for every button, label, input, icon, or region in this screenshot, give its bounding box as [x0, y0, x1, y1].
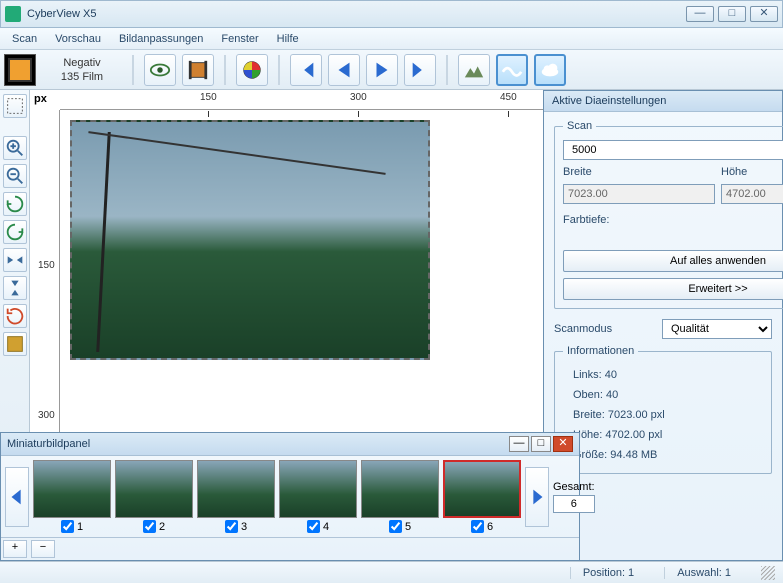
ruler-unit: px [34, 93, 47, 105]
ruler-horizontal: 150 300 450 [60, 90, 543, 110]
maximize-button[interactable]: □ [718, 6, 746, 22]
eye-icon[interactable] [144, 54, 176, 86]
apply-all-button[interactable]: Auf alles anwenden [563, 250, 783, 272]
thumb-checkbox[interactable] [307, 520, 320, 533]
scan-legend: Scan [563, 120, 596, 132]
thumb-checkbox[interactable] [225, 520, 238, 533]
media-format: 135 Film [42, 70, 122, 84]
thumb-number: 6 [487, 521, 493, 533]
filmstrip-icon[interactable] [182, 54, 214, 86]
thumbnail-panel-title: Miniaturbildpanel [7, 438, 507, 450]
breite-input[interactable] [563, 184, 715, 204]
scanmodus-select[interactable]: Qualität [662, 319, 772, 339]
close-button[interactable]: ✕ [750, 6, 778, 22]
thumb-minimize-button[interactable]: — [509, 436, 529, 452]
thumb-image [33, 460, 111, 518]
gesamt-value: 6 [553, 495, 595, 513]
thumb-image [197, 460, 275, 518]
gesamt-block: Gesamt: 6 [553, 481, 595, 513]
flip-horizontal-icon[interactable] [3, 248, 27, 272]
zoom-out-icon[interactable] [3, 164, 27, 188]
status-auswahl: Auswahl: 1 [664, 567, 731, 579]
skip-first-icon[interactable] [290, 54, 322, 86]
hoehe-label: Höhe [721, 166, 747, 178]
breite-label: Breite [563, 166, 592, 178]
menu-scan[interactable]: Scan [4, 30, 45, 48]
marquee-icon[interactable] [3, 94, 27, 118]
thumbnail-4[interactable]: 4 [279, 460, 357, 533]
info-groesse: Größe: 94.48 MB [563, 445, 763, 465]
thumb-image [443, 460, 521, 518]
next-icon[interactable] [366, 54, 398, 86]
preferences-icon[interactable] [3, 332, 27, 356]
status-bar: Position: 1 Auswahl: 1 [0, 561, 783, 583]
thumb-checkbox[interactable] [143, 520, 156, 533]
cloud-icon[interactable] [534, 54, 566, 86]
revert-icon[interactable] [3, 304, 27, 328]
wave-icon[interactable] [496, 54, 528, 86]
scanmodus-label: Scanmodus [554, 323, 656, 335]
dpi-select[interactable]: 5000 [563, 140, 783, 160]
thumb-checkbox[interactable] [471, 520, 484, 533]
thumb-number: 2 [159, 521, 165, 533]
film-type-button[interactable] [4, 54, 36, 86]
info-links: Links: 40 [563, 365, 763, 385]
thumb-next-button[interactable] [525, 467, 549, 527]
menu-fenster[interactable]: Fenster [213, 30, 266, 48]
prev-icon[interactable] [328, 54, 360, 86]
gesamt-label: Gesamt: [553, 481, 595, 493]
skip-last-icon[interactable] [404, 54, 436, 86]
thumb-image [361, 460, 439, 518]
settings-panel-title: Aktive Diaeinstellungen [544, 91, 782, 112]
window-title: CyberView X5 [27, 8, 686, 20]
media-info: Negativ 135 Film [42, 56, 122, 84]
flip-vertical-icon[interactable] [3, 276, 27, 300]
menu-hilfe[interactable]: Hilfe [269, 30, 307, 48]
thumb-image [279, 460, 357, 518]
main-toolbar: Negativ 135 Film [0, 50, 783, 90]
thumbnail-5[interactable]: 5 [361, 460, 439, 533]
thumb-checkbox[interactable] [61, 520, 74, 533]
thumb-image [115, 460, 193, 518]
minimize-button[interactable]: — [686, 6, 714, 22]
rotate-right-icon[interactable] [3, 220, 27, 244]
info-hoehe: Höhe: 4702.00 pxl [563, 425, 763, 445]
thumbnail-1[interactable]: 1 [33, 460, 111, 533]
scan-fieldset: Scan 5000 DPI Breite Höhe Farbtiefe: 8 b… [554, 120, 783, 309]
thumb-prev-button[interactable] [5, 467, 29, 527]
thumb-number: 3 [241, 521, 247, 533]
thumbnail-3[interactable]: 3 [197, 460, 275, 533]
rotate-left-icon[interactable] [3, 192, 27, 216]
thumb-number: 4 [323, 521, 329, 533]
menu-bar: Scan Vorschau Bildanpassungen Fenster Hi… [0, 28, 783, 50]
resize-grip[interactable] [761, 566, 775, 580]
thumb-checkbox[interactable] [389, 520, 402, 533]
thumbnail-panel: Miniaturbildpanel — □ ✕ 1 2 3 4 5 6 Gesa… [0, 432, 580, 561]
media-type: Negativ [42, 56, 122, 70]
app-icon [5, 6, 21, 22]
info-oben: Oben: 40 [563, 385, 763, 405]
advanced-button[interactable]: Erweitert >> [563, 278, 783, 300]
window-titlebar: CyberView X5 — □ ✕ [0, 0, 783, 28]
info-breite: Breite: 7023.00 pxl [563, 405, 763, 425]
thumb-number: 5 [405, 521, 411, 533]
info-legend: Informationen [563, 345, 638, 357]
preview-image[interactable] [70, 120, 430, 360]
menu-vorschau[interactable]: Vorschau [47, 30, 109, 48]
hoehe-input[interactable] [721, 184, 783, 204]
thumb-zoom-in-button[interactable]: + [3, 540, 27, 558]
thumb-maximize-button[interactable]: □ [531, 436, 551, 452]
status-position: Position: 1 [570, 567, 634, 579]
thumb-number: 1 [77, 521, 83, 533]
terrain-icon[interactable] [458, 54, 490, 86]
zoom-in-icon[interactable] [3, 136, 27, 160]
farbtiefe-label: Farbtiefe: [563, 214, 783, 226]
thumb-zoom-out-button[interactable]: − [31, 540, 55, 558]
thumbnail-6[interactable]: 6 [443, 460, 521, 533]
color-wheel-icon[interactable] [236, 54, 268, 86]
info-fieldset: Informationen Links: 40 Oben: 40 Breite:… [554, 345, 772, 474]
thumb-close-button[interactable]: ✕ [553, 436, 573, 452]
thumbnail-2[interactable]: 2 [115, 460, 193, 533]
menu-bildanpassungen[interactable]: Bildanpassungen [111, 30, 211, 48]
